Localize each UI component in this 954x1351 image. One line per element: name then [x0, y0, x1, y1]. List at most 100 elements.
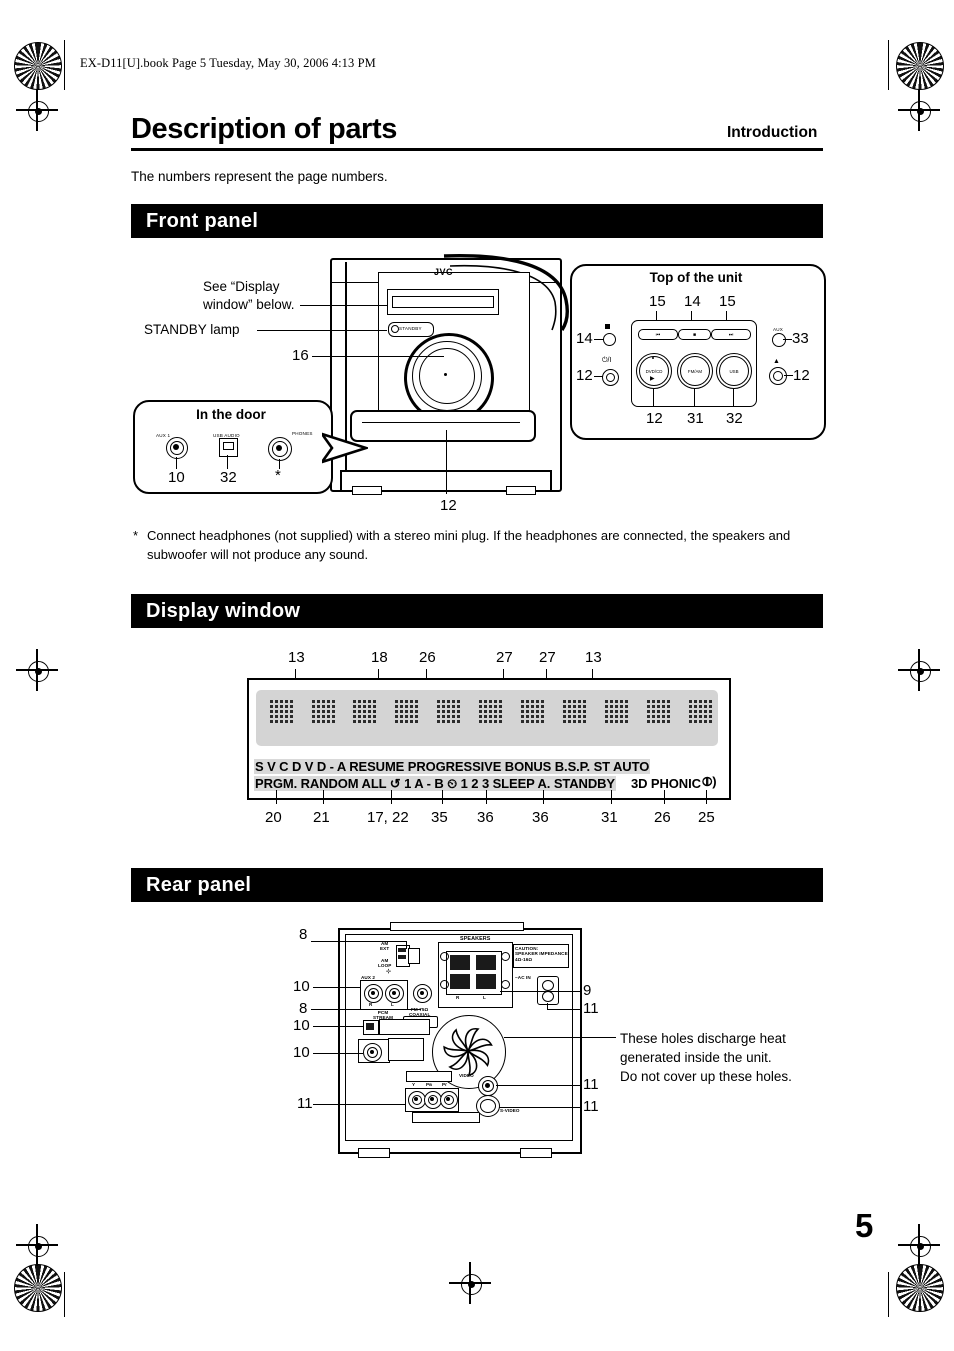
leader-bottom-12	[653, 388, 655, 407]
dw-top-number-3: 27	[496, 649, 513, 666]
rear-number-11-component: 11	[297, 1095, 313, 1112]
am-loop-label: AM LOOP	[378, 958, 392, 969]
footnote-mark: *	[133, 528, 139, 543]
top-unit-stop-button[interactable]: ■	[678, 329, 711, 340]
am-antenna-terminal-screw	[408, 948, 420, 964]
rear-leader-11-component	[313, 1104, 405, 1106]
section-bar-front-panel-label: Front panel	[146, 209, 259, 232]
rear-number-11-svideo: 11	[583, 1098, 599, 1115]
top-unit-number-14-left: 14	[576, 330, 593, 347]
crosshair-bottom-left	[16, 1224, 58, 1266]
dw-top-number-2: 26	[419, 649, 436, 666]
rear-leader-8-top-v	[406, 941, 408, 949]
ground-symbol-icon: ⊹	[386, 969, 392, 975]
registration-mark-top-right	[896, 42, 944, 90]
rear-leader-11-ac	[547, 1009, 581, 1011]
phones-jack-core	[276, 445, 282, 451]
dw-leader-bottom-7	[664, 790, 666, 804]
dw-leader-bottom-2	[391, 790, 393, 804]
top-unit-number-12-bottom: 12	[646, 410, 663, 427]
top-unit-standby-knob-core	[606, 373, 615, 382]
dot-group-6	[479, 700, 503, 724]
top-of-unit-title: Top of the unit	[649, 270, 743, 285]
leader-see-display-window	[300, 305, 388, 307]
dw-bottom-number-2: 17, 22	[367, 809, 409, 826]
subwoofer-out-label-box	[388, 1038, 424, 1061]
subwoofer-out-jack-core	[370, 1050, 374, 1054]
rear-leader-11-video	[496, 1085, 581, 1087]
top-unit-number-15-right: 15	[719, 293, 736, 310]
dot-group-9	[605, 700, 629, 724]
dot-group-7	[521, 700, 545, 724]
intro-text: The numbers represent the page numbers.	[131, 169, 388, 184]
video-out-label-box	[412, 1112, 480, 1123]
heat-note-leader	[504, 1037, 616, 1039]
leader-standby-lamp	[257, 330, 387, 332]
registration-mark-top-left	[14, 42, 62, 90]
ac-inlet-pin-top	[542, 980, 554, 991]
dw-bottom-number-7: 26	[654, 809, 671, 826]
trim-line-bottom-left	[64, 1272, 66, 1317]
speaker-plus-icon-right	[440, 952, 449, 961]
section-bar-rear-panel-label: Rear panel	[146, 873, 252, 896]
registration-mark-bottom-right	[896, 1264, 944, 1312]
display-indicator-row-1: S V C D V D - A RESUME PROGRESSIVE BONUS…	[254, 759, 651, 774]
aux2-r-jack-core	[371, 991, 375, 995]
section-bar-display-window-label: Display window	[146, 599, 301, 622]
dw-leader-bottom-4	[486, 790, 488, 804]
eject-triangle-icon: ▲	[773, 358, 780, 365]
page-number: 5	[855, 1207, 874, 1244]
crosshair-bottom-center	[449, 1262, 491, 1304]
stop-square-icon	[605, 324, 610, 329]
component-y-jack-core	[414, 1097, 418, 1101]
component-pb-jack-core	[430, 1097, 434, 1101]
rear-number-10-optical: 10	[293, 1017, 310, 1034]
aux2-r-label: R	[369, 1002, 373, 1007]
top-unit-fmam-button[interactable]: FM/AM	[677, 353, 713, 389]
rear-number-10-aux2: 10	[293, 978, 310, 995]
file-header-line: EX-D11[U].book Page 5 Tuesday, May 30, 2…	[80, 56, 376, 70]
top-unit-eject-knob-core	[773, 371, 783, 381]
top-unit-next-button[interactable]: ⏭	[711, 329, 751, 340]
top-unit-number-12-left: 12	[576, 367, 593, 384]
top-unit-usb-button[interactable]: USB	[716, 353, 752, 389]
usb-audio-port-inner	[223, 442, 234, 450]
leader-number-12-front	[446, 430, 448, 494]
top-unit-stop-knob[interactable]	[603, 333, 616, 346]
rear-leader-9-speakers	[500, 991, 580, 993]
display-indicator-speaker-icon: ⦷)	[702, 774, 717, 790]
rear-leader-10-aux2	[313, 987, 361, 989]
dw-leader-bottom-8	[706, 790, 708, 804]
video-label: VIDEO	[459, 1073, 474, 1078]
dot-group-8	[563, 700, 587, 724]
rear-leader-10-optical	[313, 1026, 363, 1028]
speaker-minus-icon-left	[501, 980, 510, 989]
leader-right-33	[783, 339, 792, 341]
front-unit-disc-knob-center	[444, 373, 447, 376]
dw-bottom-number-8: 25	[698, 809, 715, 826]
speaker-terminal-r-minus	[450, 974, 470, 989]
speaker-plus-icon-left	[501, 952, 510, 961]
front-unit-door-slot	[350, 410, 536, 442]
am-antenna-terminal-slot-1	[398, 948, 406, 952]
brand-logo-jvc: JVC	[434, 267, 454, 277]
ac-inlet-pin-bottom	[542, 991, 554, 1002]
svideo-label: S-VIDEO	[500, 1108, 520, 1113]
trim-line-left	[64, 40, 66, 90]
front-unit-foot-left	[352, 486, 382, 495]
top-unit-previous-button[interactable]: ⏮	[638, 329, 678, 340]
top-unit-dvdcd-button[interactable]: DVD/CD	[636, 353, 672, 389]
rear-leader-11-svideo	[499, 1107, 581, 1109]
standby-lamp-label: STANDBY	[399, 326, 422, 331]
display-indicator-3d-phonic-text: 3D PHONIC	[631, 776, 701, 791]
speaker-terminal-r-plus	[450, 955, 470, 970]
am-ext-label: AM EXT	[380, 941, 390, 952]
leader-number-16	[312, 356, 444, 358]
rear-leader-8-top	[311, 941, 407, 943]
top-unit-number-15-left: 15	[649, 293, 666, 310]
page-title: Description of parts	[131, 113, 397, 145]
display-indicator-3d-phonic: 3D PHONIC	[631, 776, 701, 791]
dw-leader-bottom-0	[276, 790, 278, 804]
rear-panel-foot-left	[358, 1148, 390, 1158]
crosshair-bottom-right	[898, 1224, 940, 1266]
